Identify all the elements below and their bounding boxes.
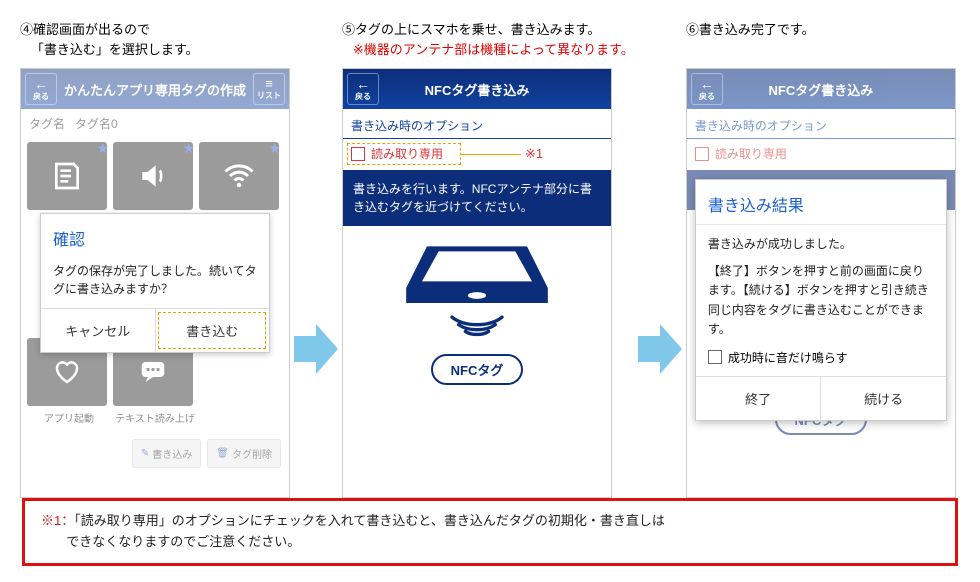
sound-option-row[interactable]: 成功時に音だけ鳴らす: [696, 349, 946, 376]
footnote-text2: できなくなりますのでご注意ください。: [66, 534, 300, 549]
result-body: 書き込みが成功しました。 【終了】ボタンを押すと前の画面に戻ります。【続ける】ボ…: [696, 225, 946, 349]
back-label: 戻る: [355, 91, 371, 102]
phone-screen-1: ← 戻る かんたんアプリ専用タグの作成 ≡ リスト タグ名 タグ名0 ★: [20, 68, 290, 498]
arrow-1: [294, 324, 338, 374]
result-line1: 書き込みが成功しました。: [708, 235, 934, 254]
sound-checkbox[interactable]: [708, 350, 722, 364]
step-5-num: ⑤: [342, 22, 355, 37]
confirm-dialog: 確認 タグの保存が完了しました。続いてタグに書き込みますか？ キャンセル 書き込…: [40, 213, 270, 353]
step-5-warn: ※機器のアンテナ部は機種によって異なります。: [353, 42, 634, 57]
navbar-3: ← 戻る NFCタグ書き込み: [687, 69, 955, 109]
step-4-caption: ④確認画面が出るので 「書き込む」を選択します。: [20, 20, 199, 60]
footnote-box: ※1：「読み取り専用」のオプションにチェックを入れて書き込むと、書き込んだタグの…: [22, 498, 958, 566]
nfc-illustration: NFCタグ: [343, 238, 611, 385]
back-arrow-icon: ←: [700, 77, 714, 91]
write-confirm-button[interactable]: 書き込む: [155, 309, 270, 352]
navbar-title-3: NFCタグ書き込み: [769, 80, 874, 99]
continue-button[interactable]: 続ける: [820, 377, 946, 420]
instruction-box: 書き込みを行います。NFCアンテナ部分に書き込むタグを近づけてください。: [343, 170, 611, 226]
result-dialog: 書き込み結果 書き込みが成功しました。 【終了】ボタンを押すと前の画面に戻ります…: [695, 179, 947, 421]
result-buttons: 終了 続ける: [696, 376, 946, 420]
result-line2: 【終了】ボタンを押すと前の画面に戻ります。【続ける】ボタンを押すと引き続き同じ内…: [708, 262, 934, 339]
step-4-num: ④: [20, 22, 33, 37]
stage: ④確認画面が出るので 「書き込む」を選択します。 ← 戻る かんたんアプリ専用タ…: [0, 0, 980, 498]
end-button[interactable]: 終了: [696, 377, 821, 420]
nfc-tag-label: NFCタグ: [431, 354, 524, 385]
readonly-checkbox[interactable]: [695, 147, 709, 161]
modal-overlay: 確認 タグの保存が完了しました。続いてタグに書き込みますか？ キャンセル 書き込…: [21, 69, 289, 497]
annotation-mark: ※1: [525, 146, 543, 162]
divider: [343, 138, 611, 139]
navbar-title-2: NFCタグ書き込み: [425, 80, 530, 99]
divider: [687, 138, 955, 139]
readonly-label: 読み取り専用: [371, 145, 443, 162]
options-heading-3: 書き込み時のオプション: [687, 109, 955, 138]
dialog-buttons: キャンセル 書き込む: [41, 308, 269, 352]
dialog-body: タグの保存が完了しました。続いてタグに書き込みますか？: [41, 256, 269, 308]
result-title: 書き込み結果: [696, 180, 946, 225]
step-5-line1: タグの上にスマホを乗せ、書き込みます。: [355, 22, 600, 37]
phone-3d-icon: [392, 238, 562, 338]
footnote-mark: ※1：: [41, 513, 74, 528]
back-button[interactable]: ← 戻る: [691, 73, 723, 105]
back-button[interactable]: ← 戻る: [347, 73, 379, 105]
step-4-line1: 確認画面が出るので: [33, 22, 150, 37]
cancel-button[interactable]: キャンセル: [41, 309, 155, 352]
step-6-column: ⑥書き込み完了です。 ← 戻る NFCタグ書き込み 書き込み時のオプション 読み…: [686, 20, 956, 498]
options-heading: 書き込み時のオプション: [343, 109, 611, 138]
arrow-2: [638, 324, 682, 374]
readonly-label-3: 読み取り専用: [715, 145, 787, 162]
step-6-num: ⑥: [686, 22, 699, 37]
readonly-row-3[interactable]: 読み取り専用: [687, 145, 955, 170]
step-4-column: ④確認画面が出るので 「書き込む」を選択します。 ← 戻る かんたんアプリ専用タ…: [20, 20, 290, 498]
sound-option-label: 成功時に音だけ鳴らす: [728, 349, 848, 366]
annotation-line: [461, 154, 521, 155]
phone-screen-2: ← 戻る NFCタグ書き込み 書き込み時のオプション 読み取り専用 ※1 書き込…: [342, 68, 612, 498]
back-arrow-icon: ←: [356, 77, 370, 91]
readonly-checkbox[interactable]: [351, 147, 365, 161]
footnote-text1: 「読み取り専用」のオプションにチェックを入れて書き込むと、書き込んだタグの初期化…: [74, 513, 665, 528]
step-4-line2: 「書き込む」を選択します。: [31, 42, 199, 57]
step-5-column: ⑤タグの上にスマホを乗せ、書き込みます。 ※機器のアンテナ部は機種によって異なり…: [342, 20, 634, 498]
step-6-caption: ⑥書き込み完了です。: [686, 20, 815, 60]
back-label: 戻る: [699, 91, 715, 102]
readonly-row[interactable]: 読み取り専用 ※1: [343, 145, 611, 170]
step-5-caption: ⑤タグの上にスマホを乗せ、書き込みます。 ※機器のアンテナ部は機種によって異なり…: [342, 20, 634, 60]
navbar-2: ← 戻る NFCタグ書き込み: [343, 69, 611, 109]
step-6-line1: 書き込み完了です。: [699, 22, 815, 37]
phone-screen-3: ← 戻る NFCタグ書き込み 書き込み時のオプション 読み取り専用 書 NFCタ…: [686, 68, 956, 498]
dialog-title: 確認: [41, 214, 269, 256]
